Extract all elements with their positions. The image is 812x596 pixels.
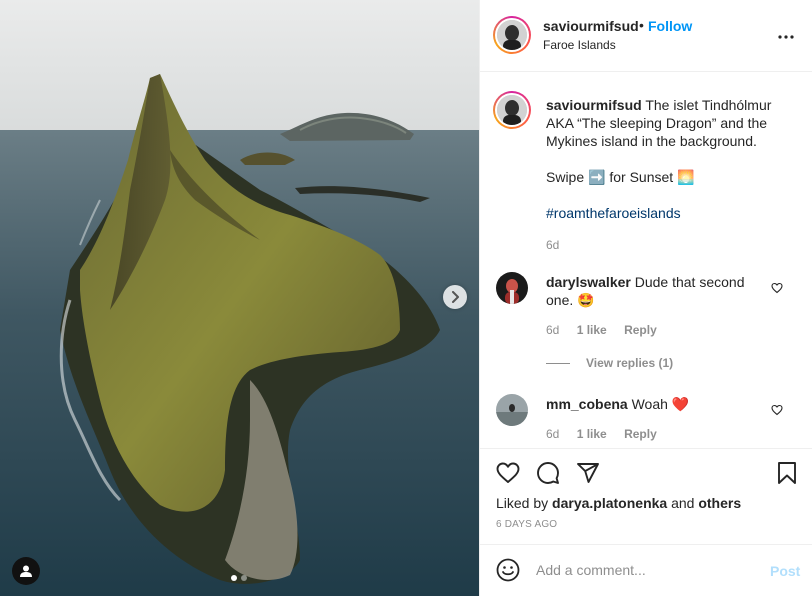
header-separator: • — [639, 17, 644, 33]
comment-likes[interactable]: 1 like — [577, 427, 607, 441]
like-comment-button[interactable] — [771, 403, 783, 419]
view-replies-label: View replies (1) — [586, 356, 674, 370]
sunset-emoji: 🌅 — [677, 169, 695, 185]
bookmark-icon — [778, 462, 796, 484]
chevron-right-icon — [452, 291, 459, 303]
carousel-indicator — [231, 575, 247, 581]
liked-by-others[interactable]: others — [698, 495, 741, 511]
like-comment-button[interactable] — [771, 281, 783, 297]
liked-by-user[interactable]: darya.platonenka — [552, 495, 667, 511]
carousel-dot — [241, 575, 247, 581]
commenter-photo — [496, 272, 528, 304]
caption-sunset-text: for Sunset — [609, 169, 674, 185]
red-heart-emoji: ❤️ — [671, 396, 690, 412]
arrow-right-emoji: ➡️ — [588, 169, 606, 185]
more-icon — [778, 35, 794, 39]
comment-username[interactable]: mm_cobena — [546, 396, 628, 412]
comment-button[interactable] — [536, 461, 560, 488]
post-caption: saviourmifsud The islet Tindhólmur AKA “… — [546, 96, 798, 254]
user-tag-button[interactable] — [12, 557, 40, 585]
share-button[interactable] — [576, 461, 600, 488]
caption-author-avatar[interactable] — [493, 91, 531, 129]
like-button[interactable] — [496, 461, 520, 488]
comment-text: Woah — [631, 396, 668, 412]
reply-button[interactable]: Reply — [624, 427, 657, 441]
comment-time: 6d — [546, 323, 560, 337]
author-username[interactable]: saviourmifsud — [543, 18, 639, 34]
comment-avatar-darylswalker[interactable] — [496, 272, 528, 304]
next-image-button[interactable] — [443, 285, 467, 309]
view-replies-button[interactable]: View replies (1) — [546, 356, 673, 370]
follow-button[interactable]: Follow — [648, 18, 692, 34]
caption-time: 6d — [546, 238, 560, 252]
post-image[interactable] — [0, 0, 479, 596]
share-icon — [577, 463, 599, 483]
caption-swipe-text: Swipe — [546, 169, 585, 185]
save-button[interactable] — [775, 461, 799, 488]
post-photo-scene — [0, 0, 479, 596]
author-avatar[interactable] — [493, 16, 531, 54]
comment-username[interactable]: darylswalker — [546, 274, 631, 290]
carousel-dot-active — [231, 575, 237, 581]
comment-body: darylswalker Dude that second one. 🤩 — [546, 273, 761, 309]
author-photo — [497, 20, 527, 50]
commenter-photo — [496, 394, 528, 426]
liked-by-prefix: Liked by — [496, 495, 549, 511]
comment-icon — [537, 462, 559, 484]
post-details-panel: saviourmifsud • Follow Faroe Islands sav… — [479, 0, 812, 596]
caption-username[interactable]: saviourmifsud — [546, 97, 642, 113]
post-actions: Liked by darya.platonenka and others 6 D… — [480, 448, 812, 548]
liked-by-summary: Liked by darya.platonenka and others — [496, 495, 741, 511]
post-comment-button[interactable]: Post — [770, 563, 800, 579]
post-timestamp[interactable]: 6 DAYS AGO — [496, 519, 557, 530]
heart-icon — [771, 404, 783, 416]
heart-icon — [771, 282, 783, 294]
post-header: saviourmifsud • Follow Faroe Islands — [480, 0, 812, 72]
comment-input[interactable] — [536, 559, 756, 581]
user-tag-icon — [20, 565, 32, 577]
comment-meta: 6d 1 like Reply — [546, 323, 657, 337]
comment-body: mm_cobena Woah ❤️ — [546, 395, 761, 413]
post-location[interactable]: Faroe Islands — [543, 38, 616, 52]
emoji-picker-button[interactable] — [496, 558, 520, 585]
comment-composer: Post — [480, 544, 812, 596]
comment-time: 6d — [546, 427, 560, 441]
reply-button[interactable]: Reply — [624, 323, 657, 337]
view-replies-line — [546, 362, 570, 364]
liked-by-and: and — [671, 495, 695, 511]
hashtag-link[interactable]: #roamthefaroeislands — [546, 205, 681, 221]
star-struck-emoji: 🤩 — [577, 292, 595, 308]
comment-avatar-mm-cobena[interactable] — [496, 394, 528, 426]
heart-icon — [496, 462, 520, 483]
emoji-icon — [496, 558, 520, 582]
more-options-button[interactable] — [778, 26, 794, 42]
comment-meta: 6d 1 like Reply — [546, 427, 657, 441]
caption-author-photo — [497, 95, 527, 125]
comment-likes[interactable]: 1 like — [577, 323, 607, 337]
